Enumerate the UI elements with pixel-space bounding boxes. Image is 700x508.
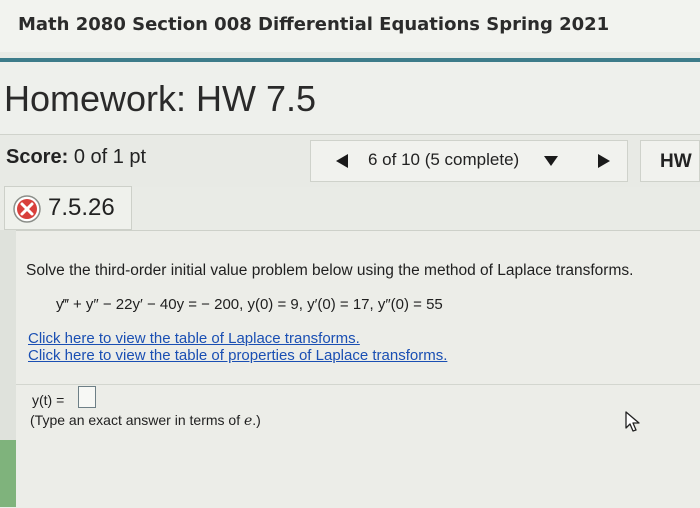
- answer-hint: (Type an exact answer in terms of e.): [30, 412, 261, 429]
- homework-title: Homework: HW 7.5: [4, 78, 317, 119]
- side-panel-accent: [0, 440, 16, 507]
- triangle-right-icon: [598, 154, 610, 168]
- course-title: Math 2080 Section 008 Differential Equat…: [18, 14, 610, 35]
- answer-input[interactable]: [78, 386, 96, 408]
- question-instruction: Solve the third-order initial value prob…: [26, 262, 634, 279]
- question-list-dropdown[interactable]: [542, 152, 560, 170]
- next-question-button[interactable]: [592, 150, 616, 172]
- x-circle-icon: [13, 195, 41, 223]
- question-equation: y‴ + y″ − 22y′ − 40y = − 200, y(0) = 9, …: [56, 296, 443, 313]
- caret-down-icon: [544, 156, 558, 166]
- question-position[interactable]: 6 of 10 (5 complete): [368, 150, 519, 170]
- answer-label: y(t) =: [32, 392, 65, 408]
- question-number: 7.5.26: [48, 194, 115, 221]
- score-label: Score:: [6, 146, 69, 168]
- hint-prefix: (Type an exact answer in terms of: [30, 412, 244, 428]
- triangle-left-icon: [336, 154, 348, 168]
- score: Score: 0 of 1 pt: [6, 146, 146, 169]
- homework-menu-label[interactable]: HW: [660, 151, 692, 173]
- laplace-properties-link[interactable]: Click here to view the table of properti…: [28, 347, 447, 364]
- score-value: 0 of 1 pt: [73, 146, 147, 168]
- mouse-pointer-icon: [625, 411, 640, 432]
- previous-question-button[interactable]: [330, 150, 354, 172]
- laplace-table-link[interactable]: Click here to view the table of Laplace …: [28, 330, 360, 347]
- answer-divider: [16, 384, 700, 385]
- hint-suffix: .): [252, 412, 261, 428]
